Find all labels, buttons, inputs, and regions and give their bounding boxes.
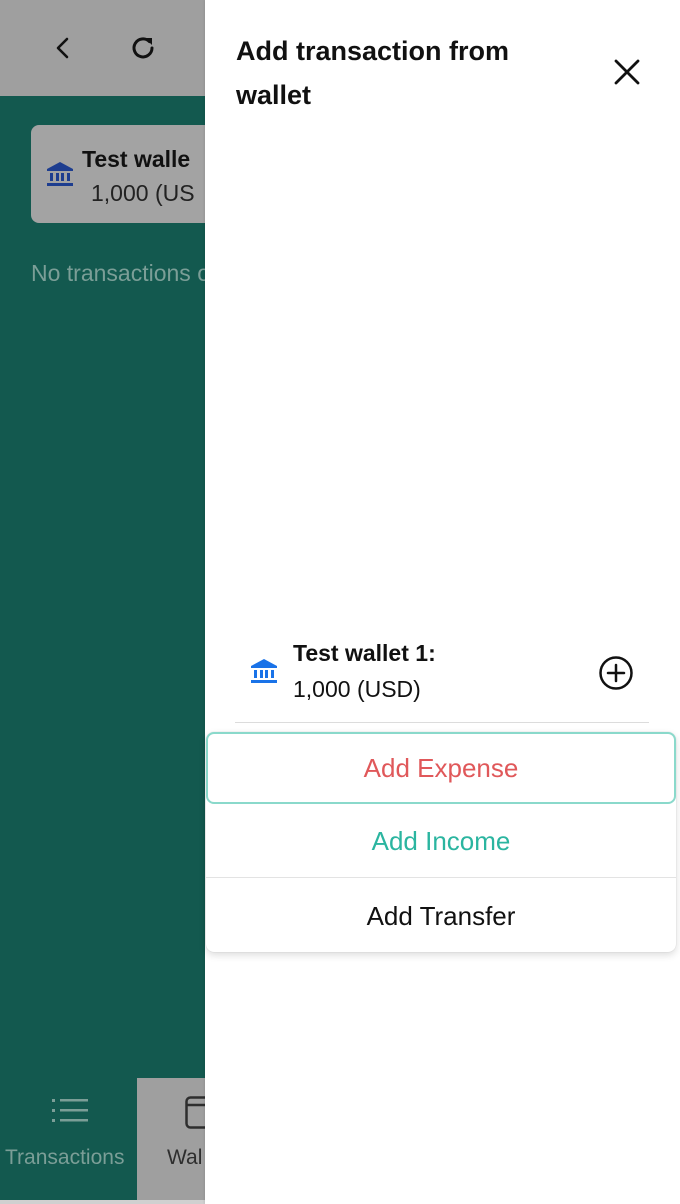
nav-label-wallets: Wal — [167, 1146, 203, 1169]
nav-label-transactions: Transactions — [5, 1146, 125, 1169]
drawer-title: Add transaction from wallet — [236, 36, 510, 110]
add-income-button[interactable]: Add Income — [206, 806, 676, 878]
bank-icon — [46, 161, 74, 192]
add-transaction-button[interactable] — [597, 654, 635, 692]
wallet-card-name: Test walle — [82, 146, 191, 172]
add-transfer-button[interactable]: Add Transfer — [206, 880, 676, 952]
transaction-type-menu: Add Expense Add Income Add Transfer — [206, 732, 676, 952]
add-transaction-drawer: Add transaction from wallet Test wallet … — [205, 0, 680, 1204]
add-expense-button[interactable]: Add Expense — [206, 732, 676, 804]
list-icon — [52, 1099, 88, 1122]
wallet-name: Test wallet 1: — [293, 640, 436, 666]
refresh-icon — [132, 37, 154, 59]
close-button[interactable] — [605, 50, 649, 94]
bank-icon — [250, 658, 278, 689]
wallet-amount: 1,000 (USD) — [293, 676, 421, 702]
close-icon — [614, 59, 640, 85]
wallet-row: Test wallet 1: 1,000 (USD) — [235, 626, 649, 723]
back-button[interactable] — [41, 26, 85, 70]
nav-item-transactions[interactable]: Transactions — [0, 1078, 137, 1200]
chevron-left-icon — [56, 37, 69, 59]
wallet-card-amount: 1,000 (US — [91, 180, 195, 206]
refresh-button[interactable] — [121, 26, 165, 70]
plus-circle-icon — [599, 656, 633, 690]
